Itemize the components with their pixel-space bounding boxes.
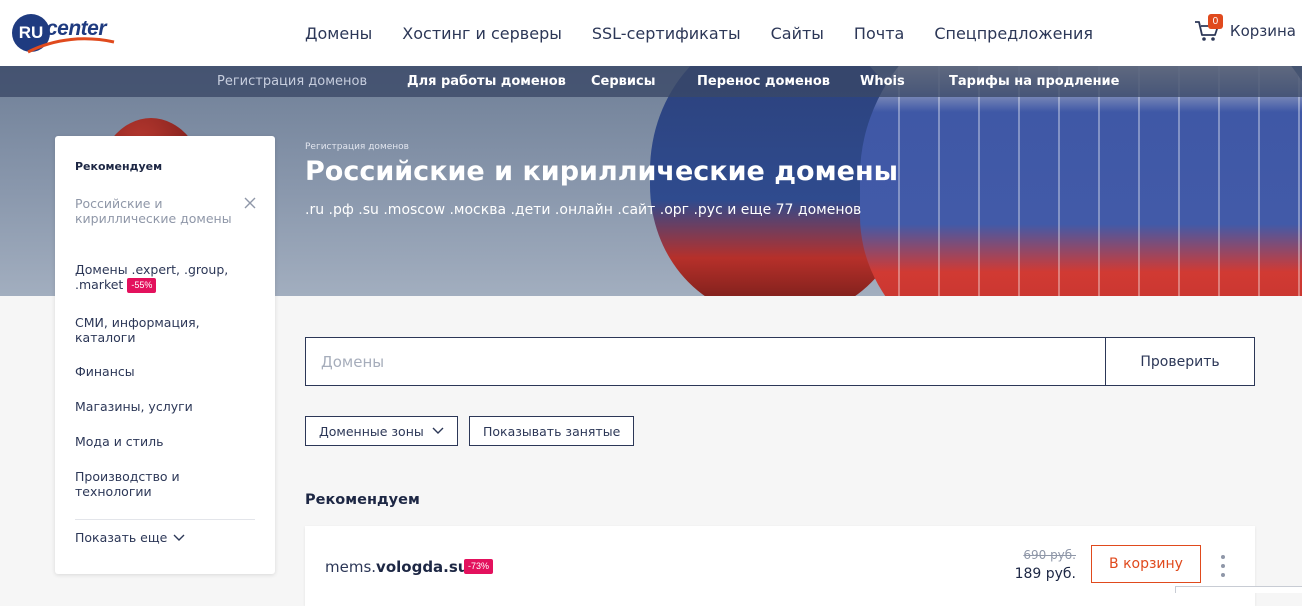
category-sidebar: Рекомендуем Российские и кириллические д… — [55, 136, 275, 574]
logo-swoosh — [27, 37, 115, 54]
sidebar-item-label: Мода и стиль — [75, 434, 164, 449]
check-button[interactable]: Проверить — [1105, 338, 1254, 385]
more-options-icon[interactable] — [1218, 554, 1228, 578]
show-taken-toggle[interactable]: Показывать занятые — [469, 416, 635, 446]
domain-zones-label: Доменные зоны — [319, 423, 424, 439]
sidebar-item-label: Российские и кириллические домены — [75, 196, 232, 226]
subnav-whois[interactable]: Whois — [860, 74, 905, 89]
domain-zones-dropdown[interactable]: Доменные зоны — [305, 416, 458, 446]
sidebar-item-russian-domains[interactable]: Российские и кириллические домены — [75, 196, 245, 226]
page-subtitle: .ru .рф .su .moscow .москва .дети .онлай… — [305, 202, 862, 218]
domain-offer-row: mems.vologda.su -73% 690 руб. 189 руб. В… — [305, 526, 1255, 606]
sidebar-item-label: Магазины, услуги — [75, 399, 193, 414]
domain-zone: vologda.su — [376, 558, 469, 576]
sidebar-item-fashion[interactable]: Мода и стиль — [75, 434, 245, 449]
subnav-renewal-rates[interactable]: Тарифы на продление — [949, 74, 1119, 89]
subnav-transfer[interactable]: Перенос доменов — [697, 74, 830, 89]
page-title: Российские и кириллические домены — [305, 156, 899, 187]
domain-prefix: mems. — [325, 558, 377, 576]
subnav-domain-tools[interactable]: Для работы доменов — [407, 74, 566, 89]
cart-count-badge: 0 — [1207, 14, 1223, 29]
nav-ssl[interactable]: SSL-сертификаты — [592, 24, 741, 43]
chevron-down-icon — [432, 427, 444, 434]
balloon-image — [860, 66, 1302, 296]
cart-link[interactable]: 0 Корзина — [1194, 14, 1296, 44]
domain-search: Проверить — [305, 337, 1255, 386]
nav-domains[interactable]: Домены — [305, 24, 372, 43]
current-price: 189 руб. — [1014, 566, 1076, 582]
cart-icon: 0 — [1194, 14, 1223, 44]
sidebar-heading: Рекомендуем — [75, 160, 163, 173]
sidebar-item-label: Производство и технологии — [75, 469, 180, 499]
sidebar-item-finance[interactable]: Финансы — [75, 364, 245, 379]
discount-badge: -55% — [127, 278, 157, 293]
add-to-cart-button[interactable]: В корзину — [1091, 545, 1201, 583]
nav-sites[interactable]: Сайты — [771, 24, 824, 43]
subnav-services[interactable]: Сервисы — [591, 74, 655, 89]
sidebar-item-label: Финансы — [75, 364, 135, 379]
nav-special-offers[interactable]: Спецпредложения — [934, 24, 1093, 43]
breadcrumb[interactable]: Регистрация доменов — [305, 142, 409, 152]
domain-name: mems.vologda.su — [325, 558, 468, 576]
nav-mail[interactable]: Почта — [854, 24, 904, 43]
main-nav: Домены Хостинг и серверы SSL-сертификаты… — [305, 0, 1123, 66]
sidebar-item-production[interactable]: Производство и технологии — [75, 469, 245, 499]
show-taken-label: Показывать занятые — [483, 423, 621, 439]
sidebar-item-shops[interactable]: Магазины, услуги — [75, 399, 245, 414]
sub-nav: Регистрация доменов Для работы доменов С… — [0, 66, 1302, 97]
show-more-button[interactable]: Показать еще — [75, 530, 185, 545]
recommended-heading: Рекомендуем — [305, 492, 420, 508]
domain-search-input[interactable] — [306, 338, 1105, 385]
top-header: RU center Домены Хостинг и серверы SSL-с… — [0, 0, 1302, 66]
show-more-label: Показать еще — [75, 530, 168, 545]
chevron-down-icon — [173, 534, 185, 541]
sidebar-item-media[interactable]: СМИ, информация, каталоги — [75, 315, 245, 345]
subnav-registration[interactable]: Регистрация доменов — [217, 74, 367, 89]
popup-edge — [1175, 586, 1302, 593]
old-price: 690 руб. — [1023, 548, 1076, 562]
ru-center-logo[interactable]: RU center — [12, 14, 115, 54]
sidebar-divider — [75, 519, 255, 520]
cart-label: Корзина — [1229, 22, 1296, 40]
close-icon[interactable] — [243, 196, 257, 210]
discount-badge: -73% — [464, 559, 494, 574]
nav-hosting[interactable]: Хостинг и серверы — [402, 24, 562, 43]
sidebar-item-expert-group[interactable]: Домены .expert, .group, .market -55% — [75, 262, 245, 293]
sidebar-item-label: СМИ, информация, каталоги — [75, 315, 200, 345]
